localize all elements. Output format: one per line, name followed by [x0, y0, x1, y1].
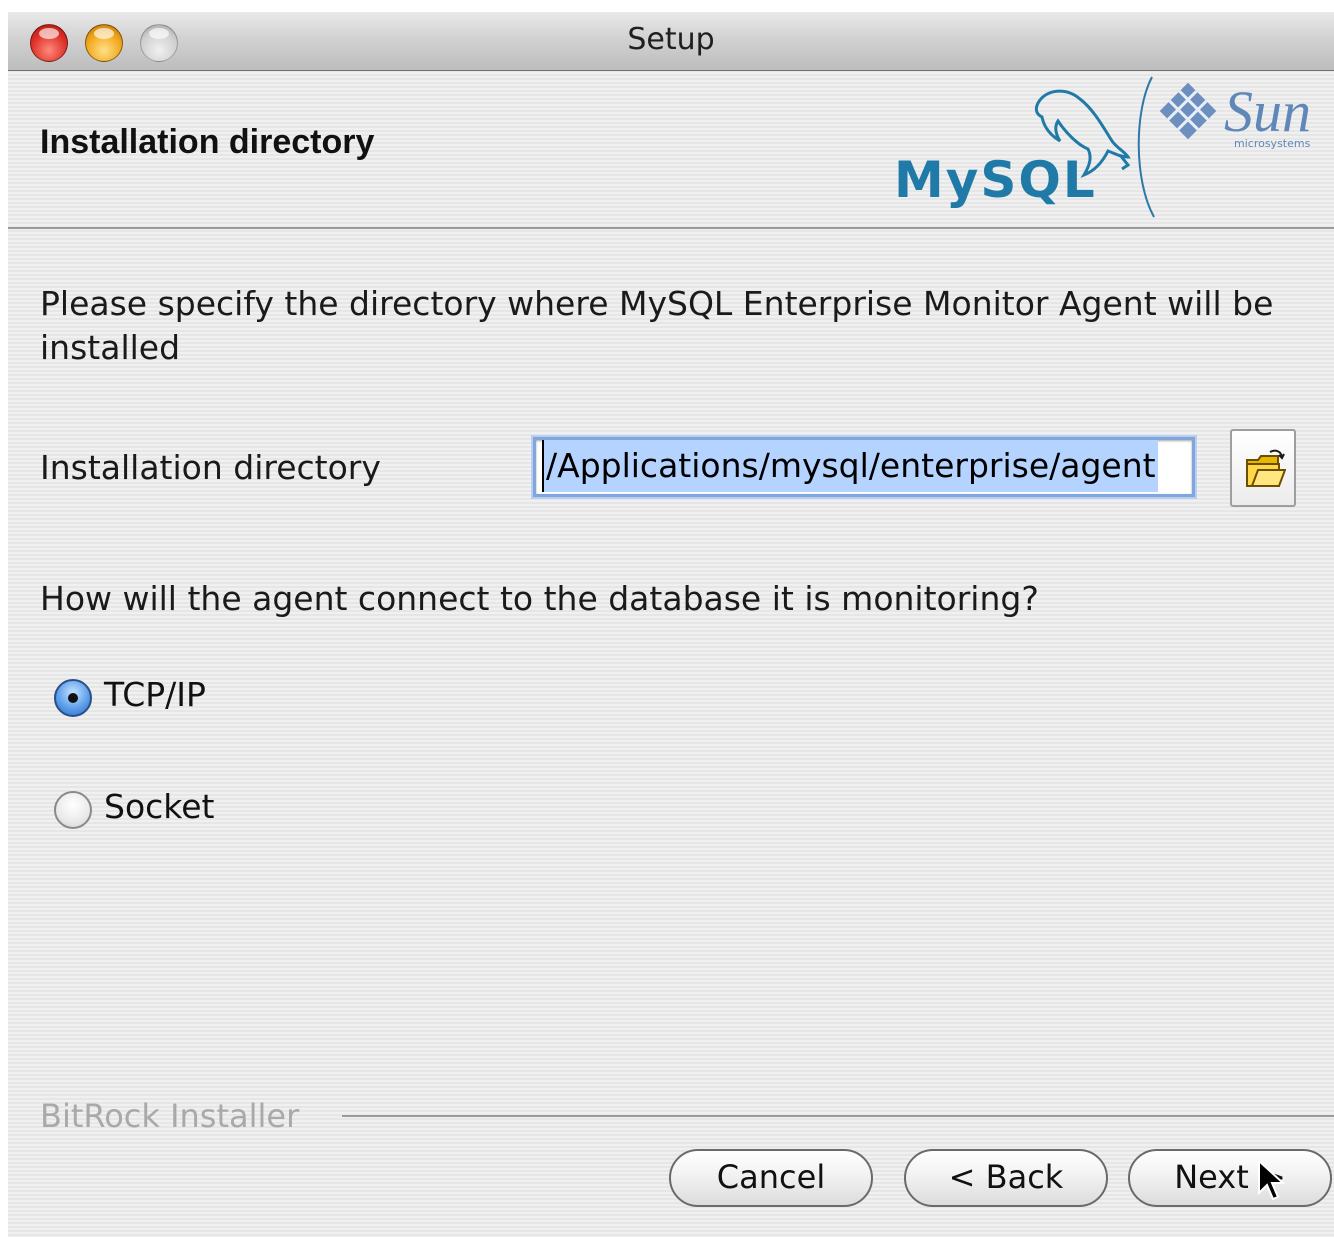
page-header: Installation directory MySQL Sun microsy…: [8, 71, 1334, 229]
socket-radio-label[interactable]: Socket: [104, 787, 214, 826]
window-title: Setup: [627, 22, 715, 57]
sun-logo-subtitle: microsystems: [1234, 137, 1311, 150]
mysql-logo: MySQL: [894, 151, 1097, 209]
tcpip-radio-label[interactable]: TCP/IP: [104, 675, 206, 714]
footer-divider: [342, 1115, 1334, 1117]
socket-radio-button[interactable]: [54, 791, 92, 829]
installation-directory-value: /Applications/mysql/enterprise/agent: [542, 440, 1158, 492]
vendor-logos: MySQL Sun microsystems: [888, 71, 1334, 227]
instructions-text: Please specify the directory where MySQL…: [40, 284, 1274, 367]
sun-diamond-icon: [1159, 82, 1217, 140]
tcpip-radio-button[interactable]: [54, 679, 92, 717]
cancel-button[interactable]: Cancel: [669, 1149, 873, 1207]
browse-directory-button[interactable]: [1230, 429, 1296, 507]
mouse-pointer-icon: [1258, 1159, 1286, 1201]
connection-question: How will the agent connect to the databa…: [40, 579, 1039, 618]
back-button[interactable]: < Back: [904, 1149, 1108, 1207]
page-title: Installation directory: [40, 123, 375, 161]
installation-directory-label: Installation directory: [40, 448, 381, 487]
next-button[interactable]: Next >: [1128, 1149, 1332, 1207]
setup-window: Setup Installation directory MySQL Sun m…: [8, 12, 1334, 1237]
installation-directory-input[interactable]: /Applications/mysql/enterprise/agent: [533, 437, 1195, 497]
sun-logo: Sun: [1224, 79, 1311, 144]
title-bar[interactable]: Setup: [8, 12, 1334, 71]
installer-brand: BitRock Installer: [40, 1097, 300, 1135]
folder-open-icon: [1246, 449, 1286, 487]
